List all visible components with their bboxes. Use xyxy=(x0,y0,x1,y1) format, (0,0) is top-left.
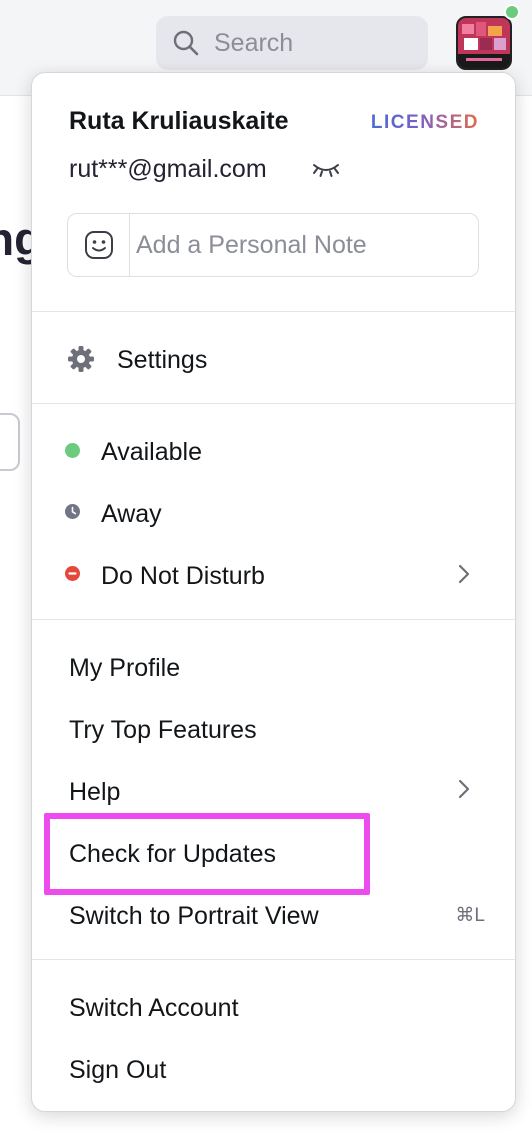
smiley-icon xyxy=(84,231,113,259)
away-status-icon xyxy=(65,504,80,519)
my-profile-item[interactable]: My Profile xyxy=(69,654,180,683)
search-bar[interactable]: Search xyxy=(156,16,428,70)
chevron-right-icon xyxy=(458,564,470,584)
emoji-button[interactable] xyxy=(68,214,130,276)
gear-icon xyxy=(68,346,94,372)
sign-out-item[interactable]: Sign Out xyxy=(69,1056,166,1085)
profile-dropdown-menu: Ruta Kruliauskaite LICENSED rut***@gmail… xyxy=(31,72,516,1112)
help-item[interactable]: Help xyxy=(69,778,120,807)
do-not-disturb-icon xyxy=(65,566,80,581)
license-badge: LICENSED xyxy=(370,112,479,133)
personal-note-placeholder: Add a Personal Note xyxy=(136,230,367,259)
divider xyxy=(32,311,515,312)
chevron-right-icon xyxy=(458,779,470,799)
show-email-icon[interactable] xyxy=(311,158,341,180)
personal-note-field[interactable]: Add a Personal Note xyxy=(67,213,479,277)
available-status-icon xyxy=(65,443,80,458)
status-do-not-disturb-item[interactable]: Do Not Disturb xyxy=(101,562,265,591)
divider xyxy=(32,619,515,620)
status-away-item[interactable]: Away xyxy=(101,500,162,529)
divider xyxy=(32,403,515,404)
divider xyxy=(32,959,515,960)
try-top-features-item[interactable]: Try Top Features xyxy=(69,716,257,745)
switch-portrait-view-item[interactable]: Switch to Portrait View xyxy=(69,902,319,931)
status-available-item[interactable]: Available xyxy=(101,438,202,467)
background-field xyxy=(0,413,20,471)
search-placeholder: Search xyxy=(214,28,294,57)
avatar[interactable] xyxy=(456,16,512,70)
user-email: rut***@gmail.com xyxy=(69,155,267,183)
switch-account-item[interactable]: Switch Account xyxy=(69,994,239,1023)
presence-indicator xyxy=(504,4,520,20)
portrait-view-shortcut: ⌘L xyxy=(455,905,485,926)
background-heading: ng xyxy=(0,213,32,265)
highlight-box xyxy=(44,813,370,895)
search-icon xyxy=(173,30,199,56)
user-name: Ruta Kruliauskaite xyxy=(69,107,289,135)
settings-item[interactable]: Settings xyxy=(117,346,207,375)
